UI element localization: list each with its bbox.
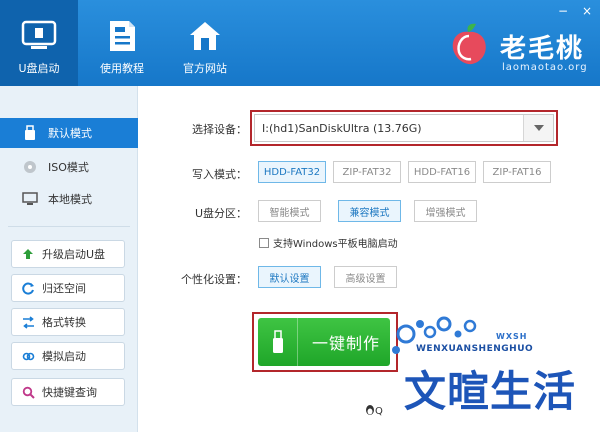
nav-usb-boot[interactable]: U盘启动 [0,0,78,86]
write-mode-hdd-fat32[interactable]: HDD-FAT32 [258,161,326,183]
device-select[interactable]: I:(hd1)SanDiskUltra (13.76G) [254,114,554,142]
mode-label: ISO模式 [48,161,89,174]
device-label: 选择设备： [192,123,247,136]
partition-smart[interactable]: 智能模式 [258,200,321,222]
personalize-default[interactable]: 默认设置 [258,266,321,288]
home-icon [185,18,225,54]
sidebar-divider [8,226,130,227]
partition-label: U盘分区： [194,207,247,220]
write-mode-label: 写入模式： [192,168,247,181]
partition-compatible[interactable]: 兼容模式 [338,200,401,222]
link-icon [21,349,35,363]
write-mode-hdd-fat16[interactable]: HDD-FAT16 [408,161,476,183]
convert-icon [21,315,35,329]
device-value: I:(hd1)SanDiskUltra (13.76G) [262,121,422,135]
document-icon [102,18,142,54]
tool-label: 模拟启动 [42,350,86,363]
tool-label: 归还空间 [42,282,86,295]
tablet-boot-option[interactable]: 支持Windows平板电脑启动 [259,235,398,250]
penguin-icon [365,404,375,419]
personalize-label: 个性化设置： [181,273,247,286]
write-mode-zip-fat16[interactable]: ZIP-FAT16 [483,161,551,183]
tool-label: 升级启动U盘 [42,248,106,261]
title-bar: U盘启动 使用教程 官方网站 − × 老毛桃 laomaotao.org [0,0,600,86]
qq-text: Q [375,406,383,417]
personalize-advanced[interactable]: 高级设置 [334,266,397,288]
close-button[interactable]: × [580,4,594,18]
watermark-english: WENXUANSHENGHUO [416,344,534,354]
nav-label: 官方网站 [183,62,227,75]
write-mode-zip-fat32[interactable]: ZIP-FAT32 [333,161,401,183]
arrow-up-icon [21,247,35,261]
brand-name: 老毛桃 [500,34,585,64]
mode-default[interactable]: 默认模式 [0,118,138,148]
watermark: WXSH WENXUANSHENGHUO 文暄生活 [384,314,594,432]
mode-label: 默认模式 [48,127,92,140]
watermark-tag: WXSH [496,332,528,341]
nav-website[interactable]: 官方网站 [166,0,244,86]
nav-label: 使用教程 [100,62,144,75]
brand-domain: laomaotao.org [502,62,588,73]
refresh-icon [21,281,35,295]
partition-enhanced[interactable]: 增强模式 [414,200,477,222]
qq-contact[interactable]: Q [365,404,383,419]
simulate-boot-button[interactable]: 模拟启动 [11,342,125,370]
tablet-boot-checkbox[interactable] [259,237,269,248]
mode-local[interactable]: 本地模式 [0,184,138,214]
tool-label: 快捷键查询 [42,386,97,399]
tool-label: 格式转换 [42,316,86,329]
nav-tutorial[interactable]: 使用教程 [86,0,158,86]
disc-icon [22,159,38,175]
sidebar: 默认模式 ISO模式 本地模式 升级启动U盘 归还空间 格式转换 模拟启动 快捷… [0,86,138,432]
usb-drive-icon [258,318,298,366]
nav-label: U盘启动 [18,62,60,75]
minimize-button[interactable]: − [556,4,570,18]
mode-iso[interactable]: ISO模式 [0,152,138,182]
hotkey-query-button[interactable]: 快捷键查询 [11,378,125,406]
tablet-boot-label: 支持Windows平板电脑启动 [273,239,398,250]
brand-logo: 老毛桃 laomaotao.org [446,18,592,80]
chevron-down-icon[interactable] [523,115,553,141]
peach-logo-icon [446,22,492,68]
search-icon [21,385,35,399]
usb-drive-icon [22,125,38,141]
usb-monitor-icon [19,18,59,54]
start-label: 一键制作 [312,334,381,353]
window-controls: − × [556,4,594,18]
mode-label: 本地模式 [48,193,92,206]
upgrade-usb-button[interactable]: 升级启动U盘 [11,240,125,268]
monitor-icon [22,191,38,207]
watermark-chinese: 文暄生活 [403,366,577,417]
restore-space-button[interactable]: 归还空间 [11,274,125,302]
one-click-make-button[interactable]: 一键制作 [258,318,390,366]
format-convert-button[interactable]: 格式转换 [11,308,125,336]
